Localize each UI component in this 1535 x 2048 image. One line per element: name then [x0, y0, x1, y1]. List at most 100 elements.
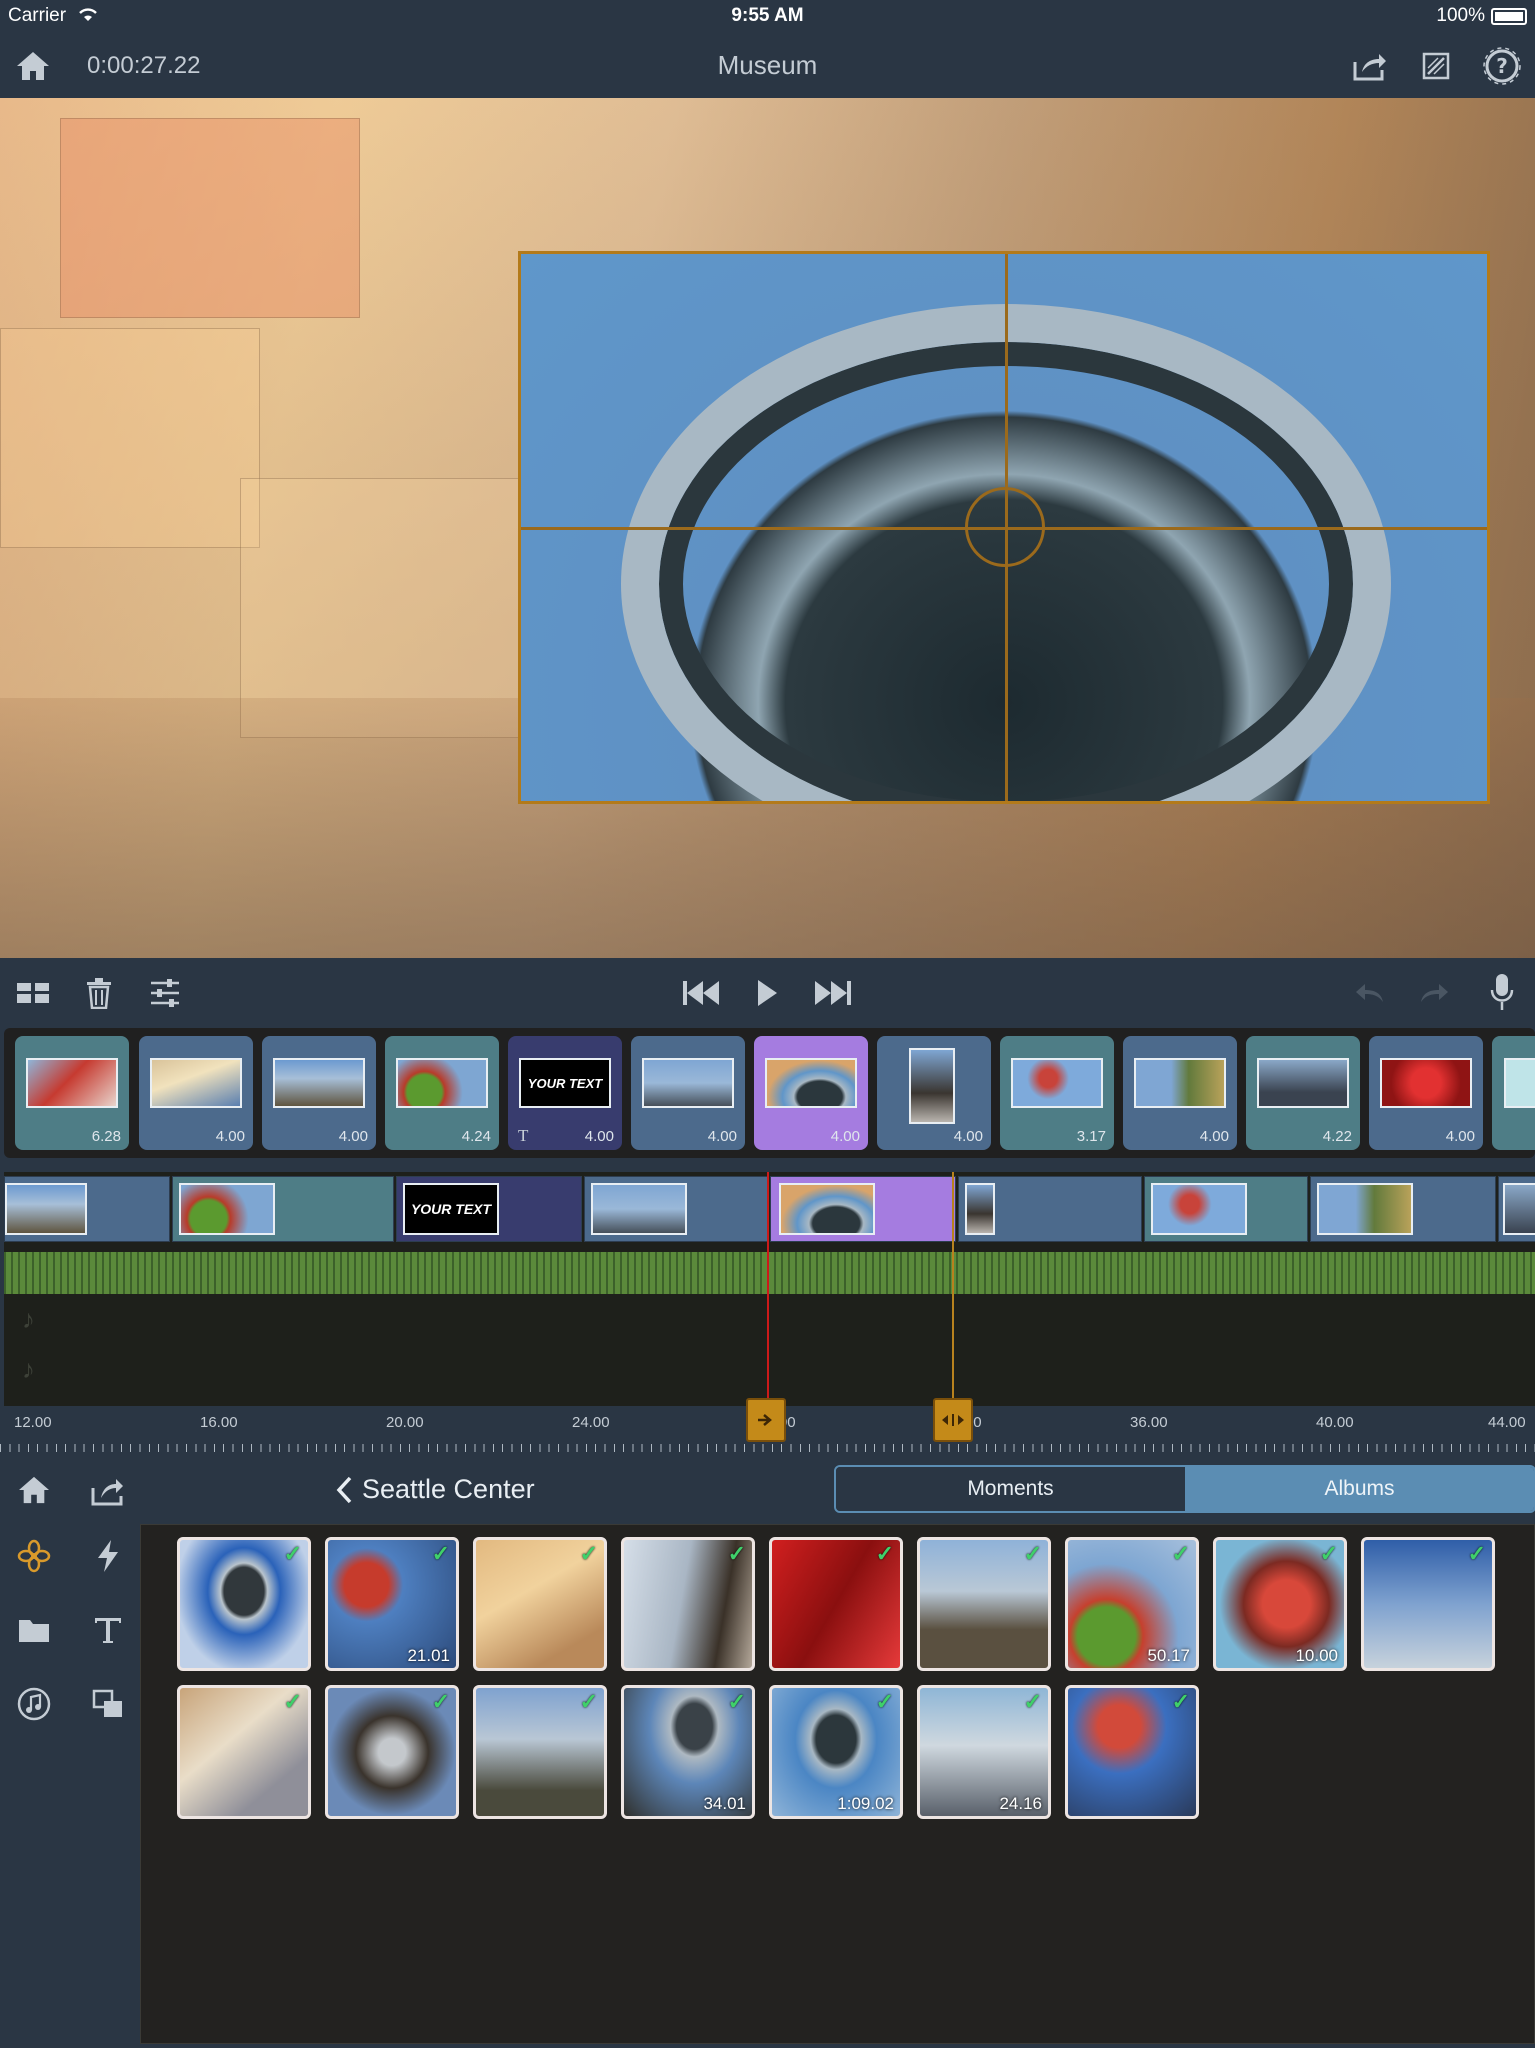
skip-back-icon[interactable]	[678, 972, 724, 1014]
clip-thumbnail	[1504, 1058, 1535, 1108]
media-thumbnail[interactable]: ✓	[1361, 1537, 1495, 1671]
clip-thumbnail	[396, 1058, 488, 1108]
media-duration: 10.00	[1295, 1646, 1338, 1665]
storyboard-clip[interactable]: 3.17	[1000, 1036, 1114, 1150]
timeline-clip[interactable]	[4, 1176, 170, 1242]
clip-thumbnail	[1151, 1183, 1247, 1235]
timeline-clip[interactable]	[172, 1176, 394, 1242]
storyboard-clip[interactable]: 4.00	[1369, 1036, 1483, 1150]
trim-marker[interactable]	[952, 1172, 954, 1406]
text-title-icon[interactable]	[86, 1608, 130, 1652]
timeline-clip-title[interactable]: YOUR TEXT	[396, 1176, 582, 1242]
media-duration: 1:09.02	[837, 1794, 894, 1813]
checkmark-icon: ✓	[1171, 1541, 1190, 1566]
clip-thumbnail	[1011, 1058, 1103, 1108]
checkmark-icon: ✓	[283, 1541, 302, 1566]
adjustments-icon[interactable]	[144, 973, 186, 1013]
overlay-icon[interactable]	[86, 1682, 130, 1726]
trim-start-handle[interactable]	[746, 1398, 786, 1442]
video-preview[interactable]	[0, 98, 1535, 958]
media-thumbnail[interactable]: ✓	[1065, 1685, 1199, 1819]
trash-icon[interactable]	[78, 973, 120, 1013]
storyboard-clip[interactable]: 4.00	[631, 1036, 745, 1150]
split-clip-icon[interactable]	[12, 973, 54, 1013]
timeline[interactable]: YOUR TEXT ♪ ♪	[4, 1172, 1535, 1406]
clip-duration: 4.00	[707, 1128, 737, 1145]
project-title: Museum	[717, 50, 818, 80]
photos-icon[interactable]	[12, 1534, 56, 1578]
help-icon[interactable]: ?	[1480, 44, 1524, 88]
media-duration: 34.01	[703, 1794, 746, 1813]
back-button[interactable]: Seattle Center	[336, 1474, 535, 1505]
trim-end-handle[interactable]	[933, 1398, 973, 1442]
undo-icon[interactable]	[1350, 973, 1390, 1013]
timeline-clip-partial[interactable]	[1498, 1176, 1535, 1242]
transport-bar	[0, 958, 1535, 1028]
title-thumbnail: YOUR TEXT	[403, 1183, 499, 1235]
storyboard-clip[interactable]: 4.00	[1123, 1036, 1237, 1150]
tab-moments[interactable]: Moments	[836, 1467, 1185, 1511]
timeline-clip-selected[interactable]	[770, 1176, 956, 1242]
ruler-label: 44.00	[1488, 1414, 1526, 1431]
storyboard-clip-partial[interactable]	[1492, 1036, 1535, 1150]
storyboard-clip[interactable]: 4.00	[139, 1036, 253, 1150]
media-thumbnail[interactable]: ✓ 50.17	[1065, 1537, 1199, 1671]
share-icon[interactable]	[1350, 46, 1390, 86]
title-thumbnail: YOUR TEXT	[519, 1058, 611, 1108]
clock: 9:55 AM	[731, 5, 804, 26]
library-sidebar	[0, 1456, 140, 2048]
clip-thumbnail	[1134, 1058, 1226, 1108]
clip-thumbnail	[26, 1058, 118, 1108]
storyboard-clip[interactable]: 6.28	[15, 1036, 129, 1150]
media-thumbnail[interactable]: ✓	[177, 1537, 311, 1671]
clip-duration: 4.00	[584, 1128, 614, 1145]
folder-icon[interactable]	[12, 1608, 56, 1652]
media-thumbnail[interactable]: ✓ 21.01	[325, 1537, 459, 1671]
timeline-clip[interactable]	[584, 1176, 768, 1242]
media-thumbnail[interactable]: ✓ 10.00	[1213, 1537, 1347, 1671]
playhead[interactable]	[767, 1172, 769, 1406]
ruler-label: 40.00	[1316, 1414, 1354, 1431]
clip-thumbnail	[150, 1058, 242, 1108]
media-thumbnail[interactable]: ✓	[621, 1537, 755, 1671]
import-icon[interactable]	[86, 1468, 130, 1512]
microphone-icon[interactable]	[1482, 970, 1522, 1014]
storyboard-clip[interactable]: 4.22	[1246, 1036, 1360, 1150]
clip-thumbnail	[1503, 1183, 1535, 1235]
storyboard-clip-selected[interactable]: 4.00	[754, 1036, 868, 1150]
timeline-clip[interactable]	[1144, 1176, 1308, 1242]
media-thumbnail[interactable]: ✓	[177, 1685, 311, 1819]
clip-thumbnail	[642, 1058, 734, 1108]
media-thumbnail[interactable]: ✓	[917, 1537, 1051, 1671]
storyboard-clip[interactable]: 4.00	[877, 1036, 991, 1150]
media-thumbnail[interactable]: ✓ 24.16	[917, 1685, 1051, 1819]
media-thumbnail[interactable]: ✓	[473, 1685, 607, 1819]
storyboard-clip[interactable]: 4.24	[385, 1036, 499, 1150]
play-icon[interactable]	[744, 972, 790, 1014]
ruler-label: 36.00	[1130, 1414, 1168, 1431]
media-thumbnail[interactable]: ✓	[325, 1685, 459, 1819]
timeline-clip[interactable]	[1310, 1176, 1496, 1242]
timeline-clip[interactable]	[958, 1176, 1142, 1242]
crosshair-center-handle[interactable]	[965, 487, 1045, 567]
media-thumbnail[interactable]: ✓	[769, 1537, 903, 1671]
media-thumbnail[interactable]: ✓ 34.01	[621, 1685, 755, 1819]
media-duration: 24.16	[999, 1794, 1042, 1813]
storyboard-clip-title[interactable]: YOUR TEXT T 4.00	[508, 1036, 622, 1150]
media-thumbnail[interactable]: ✓	[473, 1537, 607, 1671]
library-header: Seattle Center Moments Albums	[140, 1456, 1535, 1526]
skip-forward-icon[interactable]	[810, 972, 856, 1014]
tab-albums[interactable]: Albums	[1185, 1467, 1534, 1511]
media-thumbnail[interactable]: ✓ 1:09.02	[769, 1685, 903, 1819]
aspect-ratio-icon[interactable]	[1416, 46, 1456, 86]
home-icon[interactable]	[12, 1468, 56, 1512]
storyboard-clip[interactable]: 4.00	[262, 1036, 376, 1150]
lightning-icon[interactable]	[86, 1534, 130, 1578]
music-icon[interactable]	[12, 1682, 56, 1726]
clip-thumbnail	[179, 1183, 275, 1235]
pan-zoom-frame[interactable]	[518, 251, 1490, 804]
checkmark-icon: ✓	[1467, 1541, 1486, 1566]
clip-duration: 4.22	[1322, 1128, 1352, 1145]
redo-icon[interactable]	[1414, 973, 1454, 1013]
audio-waveform-track[interactable]	[4, 1252, 1535, 1294]
